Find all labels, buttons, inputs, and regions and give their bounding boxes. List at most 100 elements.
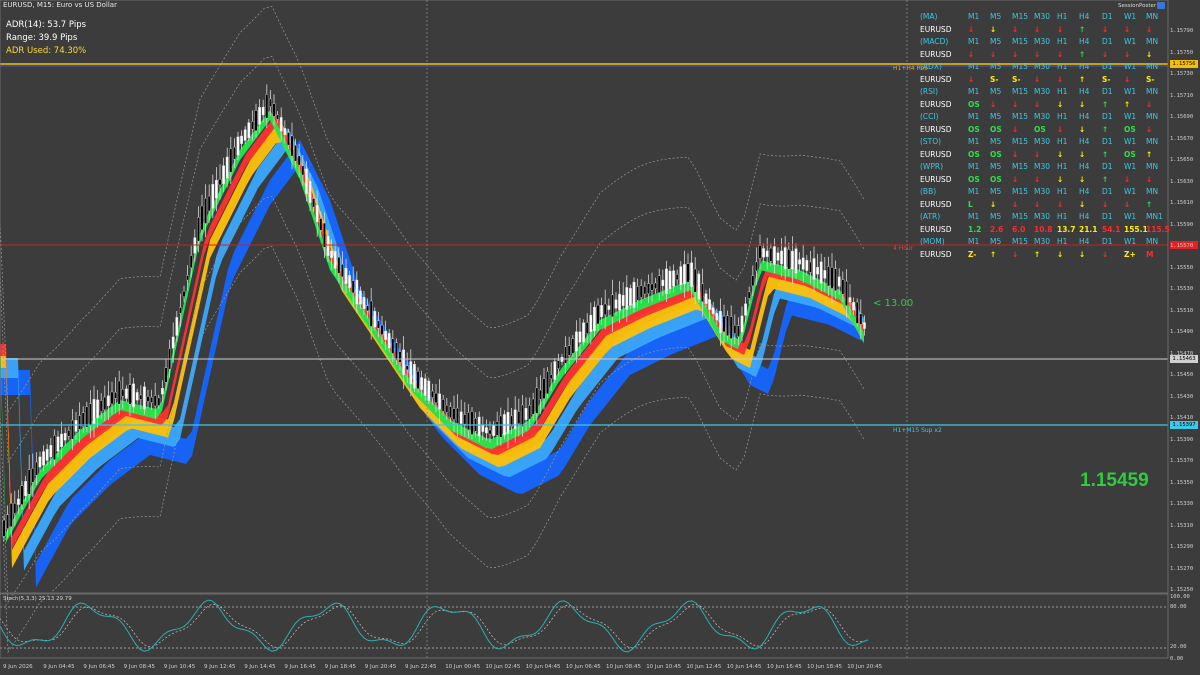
candle-body [762, 248, 766, 258]
indicator-name: (BB) [920, 187, 937, 196]
candle-body [124, 388, 128, 399]
candle-body [337, 256, 341, 274]
timeframe-header: H1 [1057, 37, 1068, 46]
candle-body [78, 415, 82, 430]
signal-cell: Z- [968, 249, 977, 259]
candle-body [650, 283, 654, 291]
candle-body [204, 197, 207, 224]
candle-body [150, 397, 153, 403]
candle-body [402, 349, 405, 376]
signal-cell: ↑ [1102, 149, 1109, 159]
timeframe-header: M15 [1012, 212, 1029, 221]
timeframe-header: M30 [1034, 112, 1051, 121]
candle-body [250, 121, 254, 130]
candle-body [164, 367, 168, 383]
price-chart[interactable] [0, 0, 1200, 675]
timeframe-header: W1 [1124, 237, 1137, 246]
time-axis-label: 10 Jun 00:45 [445, 664, 481, 670]
stoch-signal-line [0, 603, 869, 649]
signal-cell: ↓ [990, 24, 997, 34]
candle-body [661, 279, 665, 286]
timeframe-header: M30 [1034, 62, 1051, 71]
candle-body [668, 270, 672, 290]
candle-body [600, 305, 604, 318]
timeframe-header: MN [1146, 187, 1159, 196]
candle-body [247, 122, 251, 139]
candle-body [557, 360, 560, 369]
indicator-name: (CCI) [920, 112, 939, 121]
timeframe-header: D1 [1102, 212, 1113, 221]
candle-body [196, 217, 200, 242]
candle-body [841, 279, 845, 295]
timeframe-header: MN [1146, 37, 1159, 46]
candle-body [744, 303, 748, 316]
signal-cell: ↓ [1079, 249, 1086, 259]
signal-cell: ↓ [1012, 24, 1019, 34]
candle-body [801, 257, 805, 270]
candle-body [85, 406, 89, 428]
candle-body [553, 361, 557, 381]
signal-cell: OS [990, 174, 1002, 184]
signal-cell: ↓ [990, 49, 997, 59]
timeframe-header: M15 [1012, 62, 1029, 71]
candle-body [254, 110, 258, 131]
signal-cell: 54.1 [1102, 224, 1121, 234]
candle-body [258, 107, 261, 125]
timeframe-header: M30 [1034, 237, 1051, 246]
candle-body [679, 266, 683, 286]
candle-body [549, 374, 553, 380]
timeframe-header: H4 [1079, 112, 1090, 121]
signal-cell: ↑ [990, 249, 997, 259]
signal-cell: ↓ [968, 49, 975, 59]
timeframe-header: D1 [1102, 137, 1113, 146]
current-price-display: 1.15459 [1080, 470, 1149, 491]
candle-body [405, 365, 409, 371]
symbol-label: EURUSD [920, 174, 952, 184]
price-axis-label: 1.15590 [1170, 221, 1194, 228]
timeframe-header: M5 [990, 12, 1002, 21]
ma-ribbon [0, 140, 864, 588]
price-axis-label: 1.15550 [1170, 264, 1194, 271]
candle-body [765, 250, 769, 257]
candle-body [783, 247, 787, 270]
timeframe-header: H1 [1057, 62, 1068, 71]
session-icon[interactable] [1157, 2, 1165, 9]
timeframe-header: M1 [968, 137, 980, 146]
timeframe-header: H1 [1057, 87, 1068, 96]
candle-body [611, 294, 614, 318]
stoch-axis-80: 80.00 [1170, 604, 1187, 610]
price-axis-label: 1.15750 [1170, 49, 1194, 56]
candle-body [362, 297, 366, 310]
timeframe-header: H4 [1079, 87, 1090, 96]
timeframe-header: H1 [1057, 212, 1068, 221]
candle-body [859, 313, 863, 325]
candle-body [521, 404, 524, 427]
price-axis-label: 1.15350 [1170, 479, 1194, 486]
candle-body [445, 405, 449, 413]
candle-body [614, 299, 618, 309]
candle-body [470, 411, 474, 435]
signal-cell: ↓ [1079, 174, 1086, 184]
candle-body [142, 386, 146, 410]
candle-body [531, 398, 535, 415]
candle-body [323, 222, 326, 248]
signal-cell: ↑ [1124, 99, 1131, 109]
candle-body [837, 276, 841, 287]
candle-body [359, 290, 362, 305]
candle-body [182, 291, 186, 297]
candle-body [546, 371, 550, 395]
candle-body [654, 282, 658, 289]
candle-body [20, 485, 24, 505]
signal-cell: ↓ [1146, 24, 1153, 34]
support-price-tag: 1.15397 [1170, 421, 1198, 429]
candle-body [729, 316, 733, 339]
price-axis-label: 1.15570 [1170, 243, 1194, 249]
signal-cell: ↓ [1102, 24, 1109, 34]
signal-cell: ↓ [1034, 199, 1041, 209]
timeframe-header: M1 [968, 87, 980, 96]
signal-cell: ↓ [1057, 149, 1064, 159]
signal-cell: ↓ [1102, 49, 1109, 59]
session-poster-label: SessionPoster [1118, 3, 1157, 9]
candle-body [157, 397, 161, 406]
candle-body [827, 266, 830, 287]
